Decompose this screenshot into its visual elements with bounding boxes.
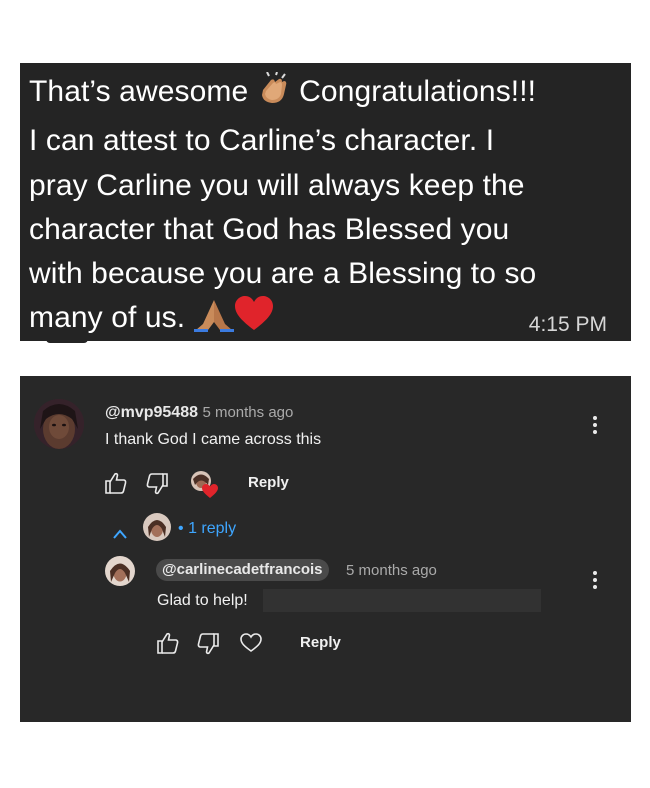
chat-line-4: character that God has Blessed you [29, 212, 510, 246]
heart-outline-icon[interactable] [240, 633, 262, 658]
reply-author-mini-avatar [143, 513, 171, 541]
reply-dislike-icon[interactable] [196, 632, 220, 661]
dislike-icon[interactable] [145, 472, 169, 501]
creator-heart-icon [190, 470, 220, 505]
chevron-up-icon[interactable] [113, 526, 127, 544]
chat-timestamp: 4:15 PM [528, 313, 607, 336]
chat-line-5: with because you are a Blessing to so [29, 257, 537, 291]
reply-more-options-icon[interactable] [592, 571, 598, 592]
reply-text: Glad to help! [157, 592, 248, 609]
chat-bubble-tab [46, 338, 88, 343]
red-heart-icon [234, 296, 274, 345]
comment-header: @mvp95488 5 months ago [105, 404, 293, 422]
folded-hands-icon [193, 298, 234, 345]
comment-more-options-icon[interactable] [592, 416, 598, 437]
comment-reply-button[interactable]: Reply [248, 474, 289, 491]
chat-line-1a: That’s awesome [29, 75, 249, 108]
comment-text: I thank God I came across this [105, 431, 322, 448]
bullet-separator: • [178, 520, 184, 537]
clapping-hands-icon [257, 71, 291, 119]
commenter-avatar[interactable] [34, 399, 84, 449]
chat-line-3: pray Carline you will always keep the [29, 168, 525, 202]
comment-age[interactable]: 5 months ago [202, 404, 293, 421]
chat-message-bubble: That’s awesome Congratulations!!! I can … [20, 63, 631, 341]
chat-line-2: I can attest to Carline’s character. I [29, 124, 495, 158]
chat-line-1b: Congratulations!!! [299, 75, 537, 108]
redacted-bar [263, 589, 541, 612]
chat-message-text: That’s awesome Congratulations!!! I can … [29, 70, 624, 346]
comment-thread-panel: @mvp95488 5 months ago I thank God I cam… [20, 376, 631, 722]
comment-author-handle[interactable]: @mvp95488 [105, 404, 198, 421]
replies-count[interactable]: 1 reply [188, 520, 236, 537]
reply-like-icon[interactable] [156, 631, 180, 660]
reply-age[interactable]: 5 months ago [346, 562, 437, 579]
chat-line-6: many of us. [29, 301, 186, 335]
reply-author-handle-chip[interactable]: @carlinecadetfrancois [156, 559, 329, 581]
like-icon[interactable] [104, 471, 128, 500]
replies-toggle[interactable]: • 1 reply [178, 520, 236, 538]
reply-reply-button[interactable]: Reply [300, 634, 341, 651]
reply-author-avatar[interactable] [105, 556, 135, 586]
